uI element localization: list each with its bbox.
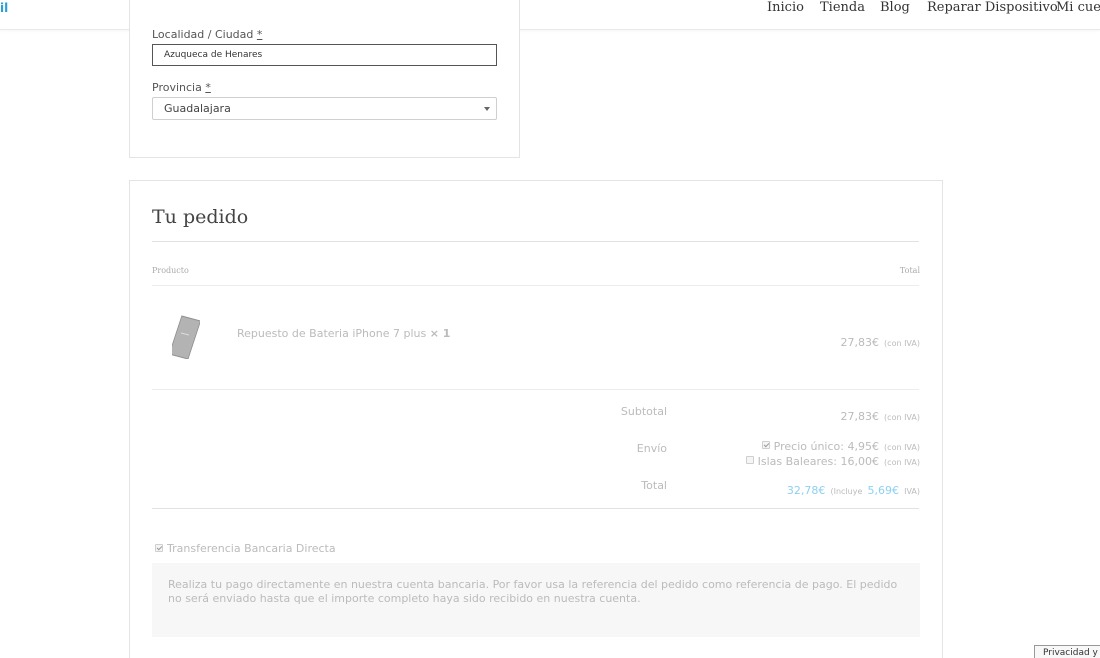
- shipping-option-baleares[interactable]: Islas Baleares: 16,00€ (con IVA): [745, 450, 920, 469]
- nav-item-inicio[interactable]: Inicio: [767, 0, 804, 15]
- payment-description-box: Realiza tu pago directamente en nuestra …: [152, 563, 920, 637]
- subtotal-value: 27,83€ (con IVA): [840, 405, 920, 424]
- order-heading: Tu pedido: [152, 206, 249, 228]
- divider: [152, 508, 919, 509]
- province-label-text: Provincia: [152, 81, 202, 94]
- city-input[interactable]: Azuqueca de Henares: [152, 44, 497, 66]
- payment-method-label: Transferencia Bancaria Directa: [167, 542, 336, 555]
- radio-checked-icon[interactable]: [155, 544, 163, 552]
- product-name[interactable]: Repuesto de Bateria iPhone 7 plus × 1: [237, 327, 450, 340]
- province-label: Provincia *: [152, 81, 211, 94]
- nav-item-tienda[interactable]: Tienda: [820, 0, 865, 15]
- product-thumbnail[interactable]: [168, 315, 202, 360]
- product-name-text: Repuesto de Bateria iPhone 7 plus: [237, 327, 427, 340]
- privacy-badge[interactable]: Privacidad y L: [1034, 645, 1100, 658]
- province-select[interactable]: Guadalajara: [152, 97, 497, 120]
- city-label: Localidad / Ciudad *: [152, 28, 262, 41]
- product-line-total: 27,83€ (con IVA): [840, 331, 920, 350]
- radio-checked-icon[interactable]: [761, 440, 770, 449]
- shipping-label: Envío: [636, 442, 667, 455]
- city-label-text: Localidad / Ciudad: [152, 28, 254, 41]
- order-review-box: Tu pedido Producto Total Repuesto de Bat…: [129, 180, 943, 658]
- column-header-product: Producto: [152, 266, 189, 275]
- product-price: 27,83€: [840, 336, 879, 349]
- subtotal-label: Subtotal: [620, 405, 667, 418]
- tax-note: (con IVA): [884, 458, 920, 467]
- total-tax-suffix: IVA): [904, 487, 920, 496]
- payment-method-bacs[interactable]: Transferencia Bancaria Directa: [155, 542, 336, 555]
- total-includes-text: (Incluye: [830, 487, 863, 496]
- order-total: 32,78€ (Incluye 5,69€ IVA): [787, 479, 920, 498]
- province-selected-value: Guadalajara: [164, 102, 231, 115]
- total-label: Total: [641, 479, 667, 492]
- battery-image: [168, 315, 202, 360]
- subtotal-amount: 27,83€: [840, 410, 879, 423]
- divider: [152, 285, 919, 286]
- column-header-total: Total: [899, 266, 920, 275]
- required-marker: *: [256, 28, 263, 41]
- total-tax-amount: 5,69€: [867, 484, 899, 497]
- nav-item-mi-cuenta[interactable]: Mi cuenta: [1056, 0, 1100, 15]
- divider: [152, 389, 919, 390]
- divider: [152, 241, 919, 242]
- site-logo[interactable]: il: [0, 1, 8, 15]
- tax-note: (con IVA): [884, 339, 920, 348]
- shipping-option-label: Islas Baleares: 16,00€: [757, 455, 879, 468]
- chevron-down-icon: [484, 107, 490, 111]
- payment-description: Realiza tu pago directamente en nuestra …: [168, 578, 898, 605]
- tax-note: (con IVA): [884, 413, 920, 422]
- nav-item-blog[interactable]: Blog: [880, 0, 910, 15]
- radio-unchecked-icon[interactable]: [745, 455, 754, 464]
- billing-address-box: Localidad / Ciudad * Azuqueca de Henares…: [129, 0, 520, 158]
- nav-item-reparar-dispositivo[interactable]: Reparar Dispositivo: [927, 0, 1058, 15]
- product-quantity: × 1: [429, 327, 451, 340]
- required-marker: *: [205, 81, 211, 94]
- total-amount: 32,78€: [786, 484, 826, 497]
